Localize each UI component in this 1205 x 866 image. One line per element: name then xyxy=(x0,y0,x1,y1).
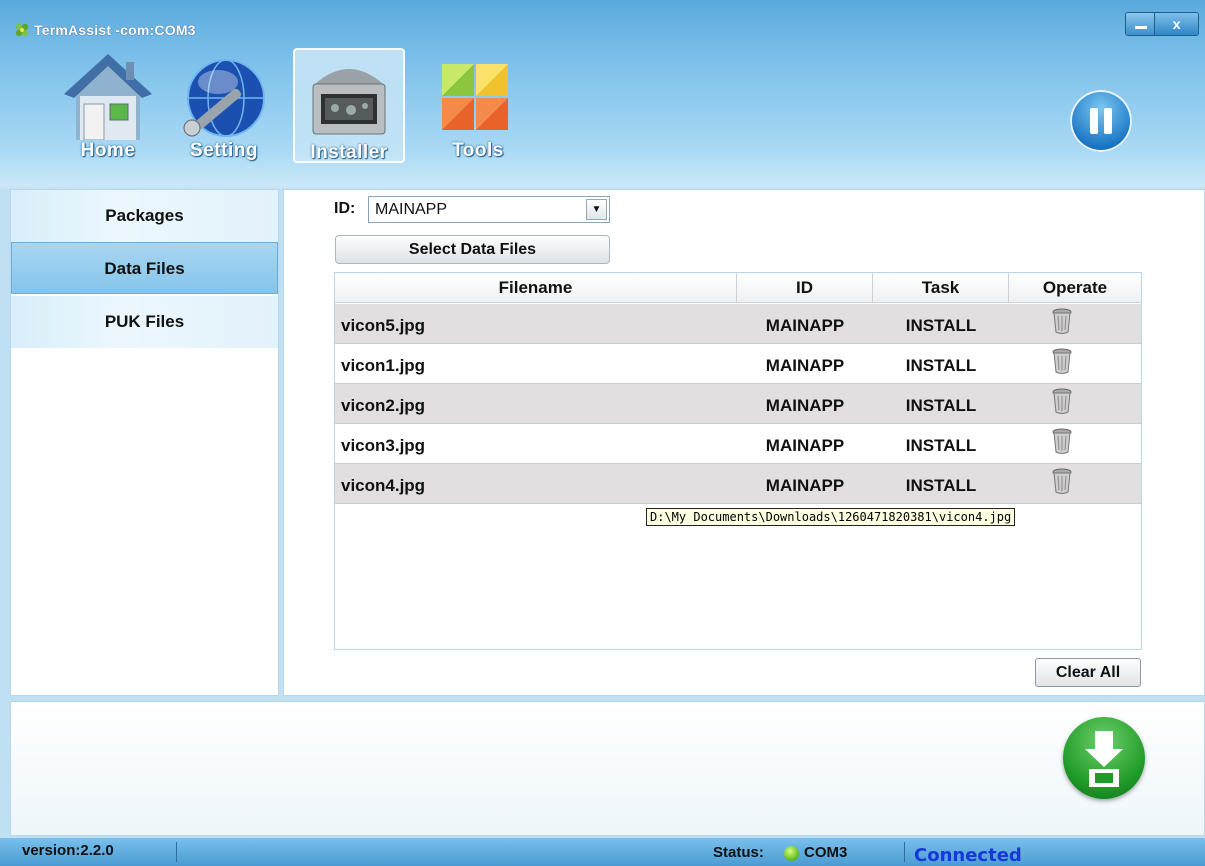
table-row[interactable]: vicon3.jpg MAINAPP INSTALL xyxy=(335,424,1141,464)
sidebar-item-puk-files[interactable]: PUK Files xyxy=(11,296,278,348)
file-table: Filename ID Task Operate vicon5.jpg MAIN… xyxy=(334,272,1142,650)
id-cell: MAINAPP xyxy=(765,316,845,335)
toolbar-home-button[interactable]: Home xyxy=(52,48,164,163)
id-cell: MAINAPP xyxy=(765,356,845,375)
pause-icon xyxy=(1090,108,1098,134)
filename-cell: vicon2.jpg xyxy=(341,396,426,415)
pause-icon-bar xyxy=(1104,108,1112,134)
table-row[interactable]: vicon2.jpg MAINAPP INSTALL xyxy=(335,384,1141,424)
window-title: TermAssist -com:COM3 xyxy=(34,22,196,38)
toolbar-tools-label: Tools xyxy=(452,140,504,161)
globe-wrench-icon xyxy=(183,59,265,137)
toolbar-installer-button[interactable]: Installer xyxy=(293,48,405,163)
column-header-operate[interactable]: Operate xyxy=(1009,273,1141,303)
pause-button[interactable] xyxy=(1070,90,1132,152)
filename-cell: vicon1.jpg xyxy=(341,356,426,375)
table-row[interactable]: vicon1.jpg MAINAPP INSTALL xyxy=(335,344,1141,384)
id-cell: MAINAPP xyxy=(765,396,845,415)
window-controls: x xyxy=(1125,12,1199,36)
toolbar-tools-button[interactable]: Tools xyxy=(422,48,534,163)
home-icon xyxy=(64,54,152,140)
id-cell: MAINAPP xyxy=(765,436,845,455)
title-bar: TermAssist -com:COM3 x xyxy=(0,0,1205,40)
table-row[interactable]: vicon4.jpg MAINAPP INSTALL xyxy=(335,464,1141,504)
filename-cell: vicon5.jpg xyxy=(341,316,426,335)
column-header-task[interactable]: Task xyxy=(873,273,1009,303)
filepath-tooltip: D:\My Documents\Downloads\1260471820381\… xyxy=(646,508,1016,526)
trash-icon[interactable] xyxy=(1051,308,1073,334)
sidebar: Packages Data Files PUK Files xyxy=(10,189,279,696)
install-button[interactable] xyxy=(1063,717,1145,799)
status-indicator-icon xyxy=(784,846,799,861)
connection-status: Connected xyxy=(914,845,1022,866)
status-port: COM3 xyxy=(804,844,848,861)
trash-icon[interactable] xyxy=(1051,468,1073,494)
app-logo-icon xyxy=(15,23,29,37)
minimize-button[interactable] xyxy=(1126,13,1156,35)
select-data-files-button[interactable]: Select Data Files xyxy=(335,235,610,264)
sidebar-item-packages[interactable]: Packages xyxy=(11,190,278,242)
trash-icon[interactable] xyxy=(1051,428,1073,454)
app-window: TermAssist -com:COM3 x Home Setting Inst… xyxy=(0,0,1205,866)
tools-tiles-icon xyxy=(442,64,508,130)
bottom-panel xyxy=(10,701,1205,836)
filename-cell: vicon4.jpg xyxy=(341,476,426,495)
chevron-down-icon[interactable]: ▼ xyxy=(586,199,607,220)
toolbar-setting-button[interactable]: Setting xyxy=(168,48,280,163)
task-cell: INSTALL xyxy=(905,316,977,335)
id-select-value: MAINAPP xyxy=(375,201,448,218)
version-label: version:2.2.0 xyxy=(22,842,114,859)
toolbar-installer-label: Installer xyxy=(310,142,388,163)
filename-cell: vicon3.jpg xyxy=(341,436,426,455)
clear-all-button[interactable]: Clear All xyxy=(1035,658,1141,687)
column-header-filename[interactable]: Filename xyxy=(335,273,737,303)
id-label: ID: xyxy=(334,200,356,217)
status-label: Status: xyxy=(713,844,764,861)
task-cell: INSTALL xyxy=(905,476,977,495)
sidebar-item-data-files[interactable]: Data Files xyxy=(11,242,278,294)
task-cell: INSTALL xyxy=(905,356,977,375)
trash-icon[interactable] xyxy=(1051,388,1073,414)
column-header-id[interactable]: ID xyxy=(737,273,873,303)
close-button[interactable]: x xyxy=(1155,13,1198,35)
id-select[interactable]: MAINAPP ▼ xyxy=(368,196,610,223)
task-cell: INSTALL xyxy=(905,396,977,415)
status-separator xyxy=(176,842,177,862)
toolbar-home-label: Home xyxy=(80,140,136,161)
task-cell: INSTALL xyxy=(905,436,977,455)
trash-icon[interactable] xyxy=(1051,348,1073,374)
status-separator xyxy=(904,842,905,862)
toolbar-setting-label: Setting xyxy=(190,140,258,161)
download-install-icon xyxy=(1085,731,1123,787)
table-row[interactable]: vicon5.jpg MAINAPP INSTALL xyxy=(335,304,1141,344)
minimize-icon xyxy=(1135,26,1147,29)
status-bar: version:2.2.0 Status: COM3 Connected xyxy=(0,838,1205,866)
id-cell: MAINAPP xyxy=(765,476,845,495)
installer-box-icon xyxy=(312,69,386,135)
